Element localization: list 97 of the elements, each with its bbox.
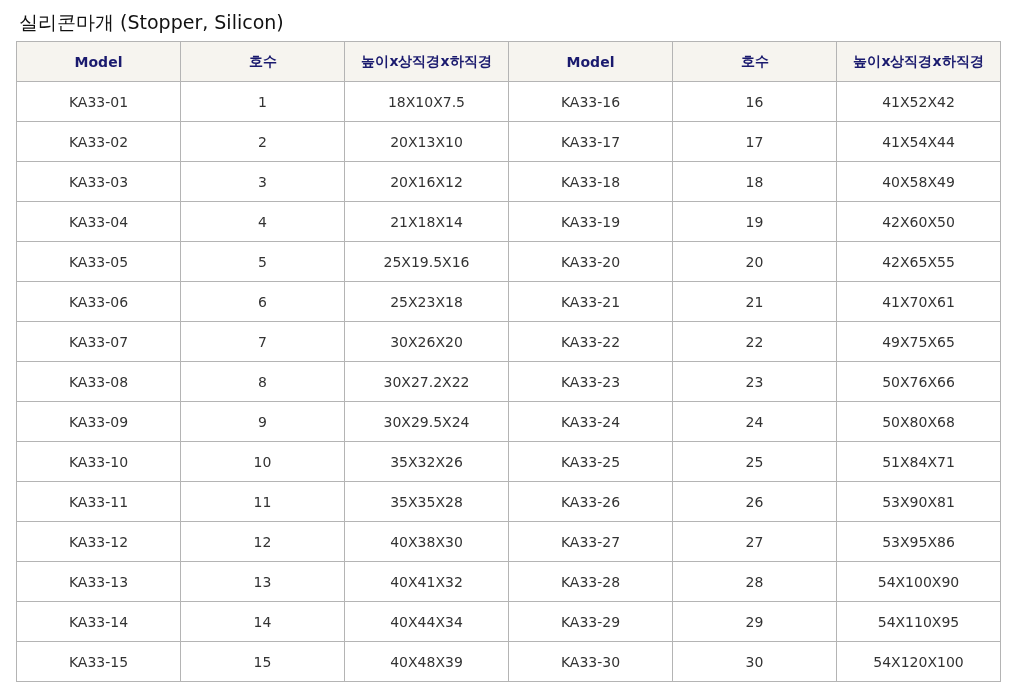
table-cell: KA33-07 bbox=[16, 321, 181, 362]
table-cell: 25 bbox=[672, 441, 837, 482]
table-cell: 30X27.2X22 bbox=[344, 361, 509, 402]
table-cell: KA33-27 bbox=[508, 521, 673, 562]
column-header: 호수 bbox=[672, 41, 837, 82]
table-cell: 30 bbox=[672, 641, 837, 682]
table-cell: 7 bbox=[180, 321, 345, 362]
table-cell: 51X84X71 bbox=[836, 441, 1001, 482]
table-cell: 6 bbox=[180, 281, 345, 322]
table-cell: 42X65X55 bbox=[836, 241, 1001, 282]
table-cell: 21 bbox=[672, 281, 837, 322]
table-cell: 22 bbox=[672, 321, 837, 362]
table-cell: 15 bbox=[180, 641, 345, 682]
table-cell: 3 bbox=[180, 161, 345, 202]
table-cell: 2 bbox=[180, 121, 345, 162]
table-cell: 4 bbox=[180, 201, 345, 242]
table-cell: KA33-01 bbox=[16, 81, 181, 122]
table-cell: 28 bbox=[672, 561, 837, 602]
table-cell: 20X16X12 bbox=[344, 161, 509, 202]
table-cell: 21X18X14 bbox=[344, 201, 509, 242]
table-cell: 29 bbox=[672, 601, 837, 642]
table-cell: 30X26X20 bbox=[344, 321, 509, 362]
table-cell: KA33-09 bbox=[16, 401, 181, 442]
table-cell: KA33-30 bbox=[508, 641, 673, 682]
table-cell: 53X95X86 bbox=[836, 521, 1001, 562]
table-cell: KA33-12 bbox=[16, 521, 181, 562]
table-cell: KA33-22 bbox=[508, 321, 673, 362]
table-cell: 23 bbox=[672, 361, 837, 402]
table-cell: 40X41X32 bbox=[344, 561, 509, 602]
table-cell: 27 bbox=[672, 521, 837, 562]
column-header: Model bbox=[16, 41, 181, 82]
table-cell: KA33-20 bbox=[508, 241, 673, 282]
table-cell: 14 bbox=[180, 601, 345, 642]
table-cell: 17 bbox=[672, 121, 837, 162]
table-cell: 40X38X30 bbox=[344, 521, 509, 562]
table-cell: 20X13X10 bbox=[344, 121, 509, 162]
column-header: Model bbox=[508, 41, 673, 82]
table-cell: KA33-29 bbox=[508, 601, 673, 642]
table-cell: 11 bbox=[180, 481, 345, 522]
table-cell: 35X32X26 bbox=[344, 441, 509, 482]
table-cell: KA33-23 bbox=[508, 361, 673, 402]
table-cell: KA33-21 bbox=[508, 281, 673, 322]
table-cell: KA33-04 bbox=[16, 201, 181, 242]
table-cell: KA33-24 bbox=[508, 401, 673, 442]
table-cell: KA33-17 bbox=[508, 121, 673, 162]
table-cell: 53X90X81 bbox=[836, 481, 1001, 522]
table-cell: 54X120X100 bbox=[836, 641, 1001, 682]
table-cell: KA33-10 bbox=[16, 441, 181, 482]
table-cell: KA33-19 bbox=[508, 201, 673, 242]
table-cell: 16 bbox=[672, 81, 837, 122]
table-cell: 9 bbox=[180, 401, 345, 442]
table-cell: 20 bbox=[672, 241, 837, 282]
table-cell: KA33-16 bbox=[508, 81, 673, 122]
table-cell: KA33-06 bbox=[16, 281, 181, 322]
table-cell: 12 bbox=[180, 521, 345, 562]
table-cell: 50X76X66 bbox=[836, 361, 1001, 402]
table-cell: 41X52X42 bbox=[836, 81, 1001, 122]
page-title: 실리콘마개 (Stopper, Silicon) bbox=[19, 10, 285, 34]
table-cell: KA33-25 bbox=[508, 441, 673, 482]
table-cell: 54X110X95 bbox=[836, 601, 1001, 642]
table-cell: KA33-05 bbox=[16, 241, 181, 282]
column-header: 높이x상직경x하직경 bbox=[344, 41, 509, 82]
table-cell: KA33-13 bbox=[16, 561, 181, 602]
table-cell: 40X44X34 bbox=[344, 601, 509, 642]
table-cell: 35X35X28 bbox=[344, 481, 509, 522]
table-cell: 42X60X50 bbox=[836, 201, 1001, 242]
table-cell: KA33-11 bbox=[16, 481, 181, 522]
table-cell: 18X10X7.5 bbox=[344, 81, 509, 122]
table-cell: 24 bbox=[672, 401, 837, 442]
table-cell: 49X75X65 bbox=[836, 321, 1001, 362]
column-header: 높이x상직경x하직경 bbox=[836, 41, 1001, 82]
table-cell: KA33-26 bbox=[508, 481, 673, 522]
table-cell: 25X23X18 bbox=[344, 281, 509, 322]
table-cell: 50X80X68 bbox=[836, 401, 1001, 442]
table-cell: 30X29.5X24 bbox=[344, 401, 509, 442]
table-cell: 41X70X61 bbox=[836, 281, 1001, 322]
column-header: 호수 bbox=[180, 41, 345, 82]
table-cell: 1 bbox=[180, 81, 345, 122]
table-cell: 19 bbox=[672, 201, 837, 242]
table-cell: KA33-28 bbox=[508, 561, 673, 602]
table-cell: 40X48X39 bbox=[344, 641, 509, 682]
table-cell: 25X19.5X16 bbox=[344, 241, 509, 282]
table-cell: 40X58X49 bbox=[836, 161, 1001, 202]
table-cell: KA33-14 bbox=[16, 601, 181, 642]
table-cell: 41X54X44 bbox=[836, 121, 1001, 162]
table-cell: KA33-18 bbox=[508, 161, 673, 202]
table-cell: 26 bbox=[672, 481, 837, 522]
table-cell: KA33-08 bbox=[16, 361, 181, 402]
table-cell: 5 bbox=[180, 241, 345, 282]
table-cell: KA33-03 bbox=[16, 161, 181, 202]
table-cell: 10 bbox=[180, 441, 345, 482]
table-cell: KA33-02 bbox=[16, 121, 181, 162]
table-cell: 54X100X90 bbox=[836, 561, 1001, 602]
table-cell: 13 bbox=[180, 561, 345, 602]
table-cell: 8 bbox=[180, 361, 345, 402]
table-cell: 18 bbox=[672, 161, 837, 202]
table-cell: KA33-15 bbox=[16, 641, 181, 682]
